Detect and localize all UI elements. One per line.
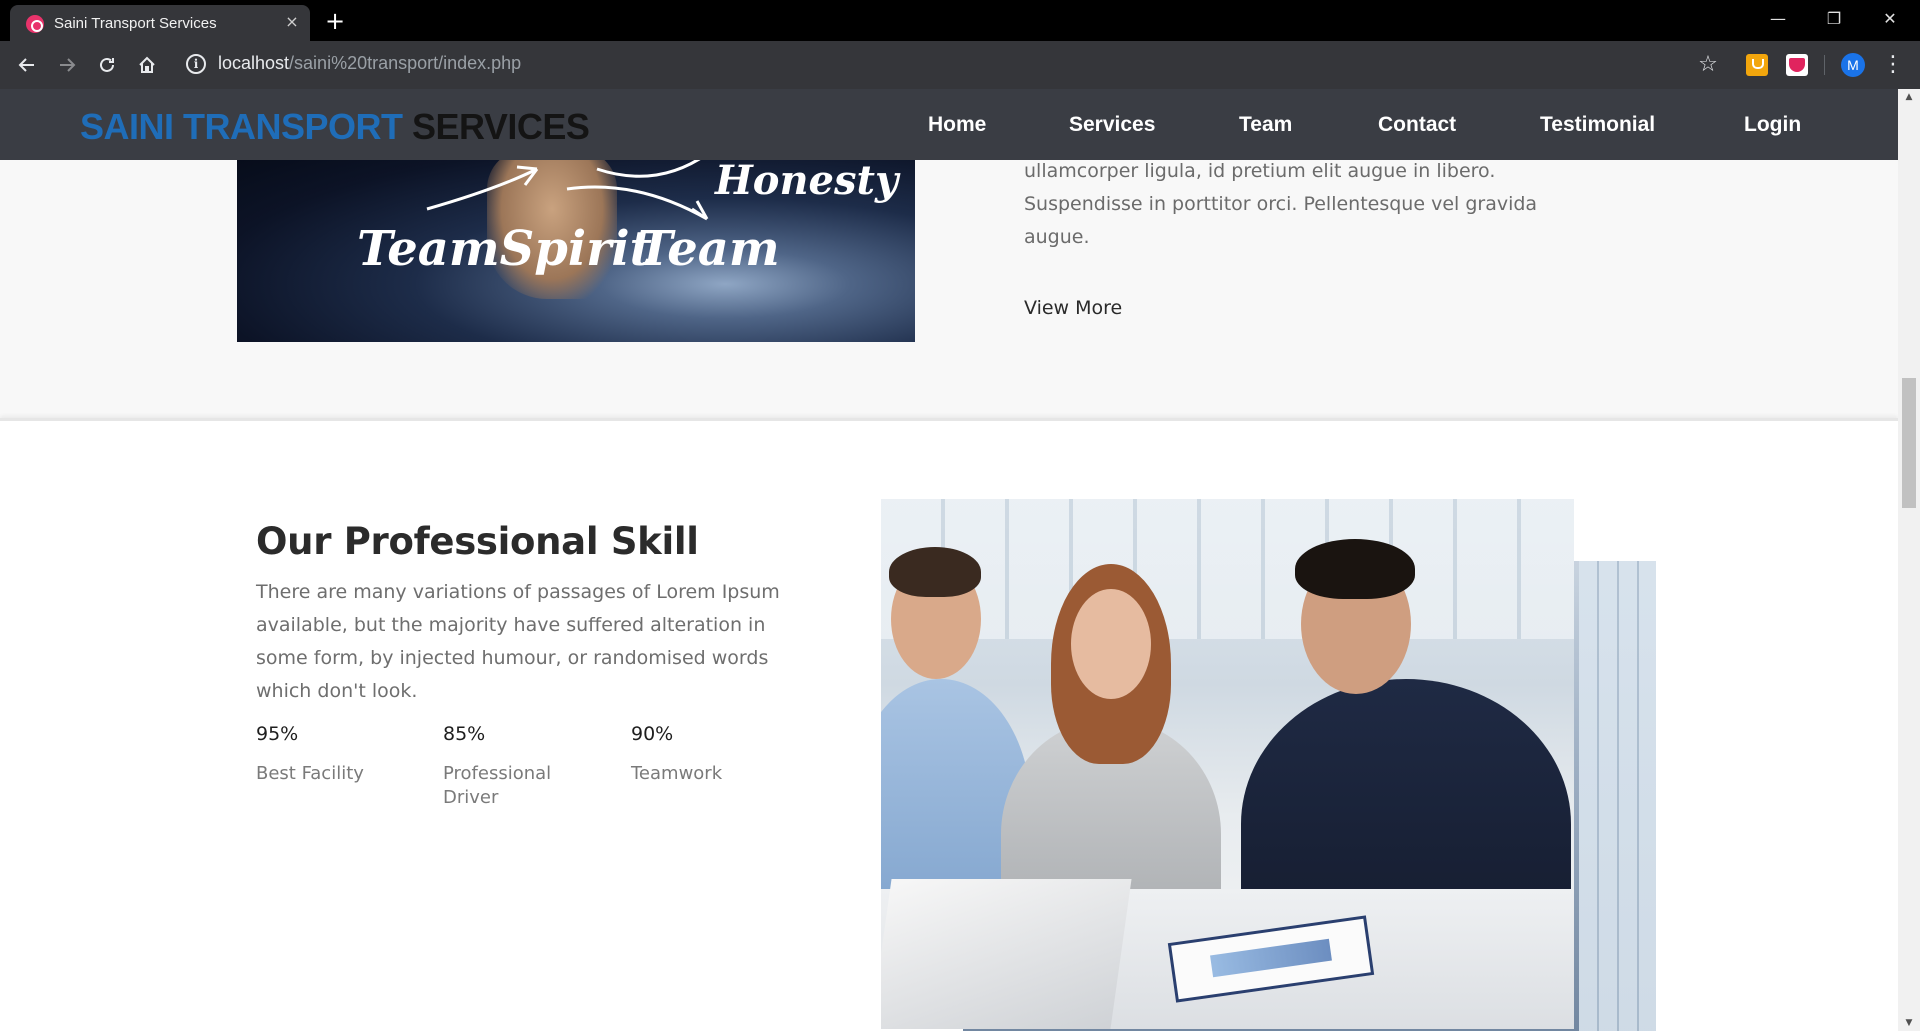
image-word-teamspirit: TeamSpirit: [357, 221, 652, 277]
image-word-honesty: Honesty: [715, 157, 899, 204]
image-word-team: Team: [637, 221, 780, 277]
browser-tab[interactable]: Saini Transport Services ×: [10, 5, 310, 41]
person-right-hair: [1295, 539, 1415, 599]
new-tab-button[interactable]: +: [322, 8, 348, 34]
home-icon[interactable]: [133, 51, 161, 79]
view-more-link[interactable]: View More: [1024, 297, 1122, 319]
logo-part2: SERVICES: [412, 106, 590, 147]
star-icon[interactable]: ☆: [1694, 51, 1722, 79]
about-paragraph: ullamcorper ligula, id pretium elit augu…: [1024, 160, 1538, 248]
toolbar-divider: [1824, 55, 1825, 75]
scroll-up-icon[interactable]: ▲: [1898, 89, 1920, 105]
page-scrollbar[interactable]: ▲ ▼: [1898, 89, 1920, 1031]
url-path: /saini%20transport/index.php: [289, 53, 522, 73]
nav-home[interactable]: Home: [928, 113, 986, 137]
logo-part1: SAINI TRANSPORT: [80, 106, 403, 147]
reload-icon[interactable]: [93, 51, 121, 79]
nav-testimonial[interactable]: Testimonial: [1540, 113, 1655, 137]
person-woman-head: [1071, 589, 1151, 699]
nav-services[interactable]: Services: [1069, 113, 1155, 137]
nav-login[interactable]: Login: [1744, 113, 1801, 137]
profile-avatar[interactable]: M: [1841, 53, 1865, 77]
forward-icon[interactable]: [53, 51, 81, 79]
stat-label-facility: Best Facility: [256, 763, 364, 784]
office-window: [1579, 561, 1656, 1031]
page-viewport: Honesty TeamSpirit Team ullamcorper ligu…: [0, 89, 1898, 1031]
teamwork-image: Honesty TeamSpirit Team: [237, 149, 915, 342]
stat-value-driver: 85%: [443, 723, 486, 745]
laptop: [881, 879, 1132, 1029]
stat-value-facility: 95%: [256, 723, 299, 745]
minimize-button[interactable]: —: [1756, 0, 1800, 38]
scroll-down-icon[interactable]: ▼: [1898, 1015, 1920, 1031]
person-left-hair: [889, 547, 981, 597]
browser-toolbar: i localhost/saini%20transport/index.php …: [0, 41, 1920, 89]
tab-title: Saini Transport Services: [54, 15, 217, 32]
back-icon[interactable]: [13, 51, 41, 79]
skill-section: Our Professional Skill There are many va…: [0, 418, 1898, 1031]
nav-team[interactable]: Team: [1239, 113, 1292, 137]
address-bar[interactable]: localhost/saini%20transport/index.php: [218, 53, 521, 74]
restore-button[interactable]: ❐: [1812, 0, 1856, 38]
extension-icon[interactable]: [1746, 54, 1768, 76]
browser-tab-strip: Saini Transport Services × + — ❐ ✕: [0, 0, 1920, 41]
site-header: SAINI TRANSPORT SERVICES Home Services T…: [0, 89, 1898, 160]
site-logo[interactable]: SAINI TRANSPORT SERVICES: [80, 106, 590, 148]
office-window: [881, 499, 1574, 639]
skill-paragraph: There are many variations of passages of…: [256, 581, 780, 702]
skill-title: Our Professional Skill: [256, 520, 699, 563]
stat-label-driver: Professional Driver: [443, 763, 552, 808]
close-window-button[interactable]: ✕: [1868, 0, 1912, 38]
stat-value-teamwork: 90%: [631, 723, 674, 745]
pocket-icon[interactable]: [1786, 54, 1808, 76]
tab-close-icon[interactable]: ×: [282, 12, 302, 32]
nav-contact[interactable]: Contact: [1378, 113, 1456, 137]
menu-icon[interactable]: ⋮: [1882, 51, 1904, 79]
stat-label-teamwork: Teamwork: [631, 763, 723, 784]
info-icon[interactable]: i: [186, 54, 206, 74]
business-meeting-photo: [881, 499, 1574, 1029]
url-host: localhost: [218, 53, 290, 73]
site-favicon-icon: [26, 15, 44, 33]
scroll-thumb[interactable]: [1902, 378, 1916, 508]
